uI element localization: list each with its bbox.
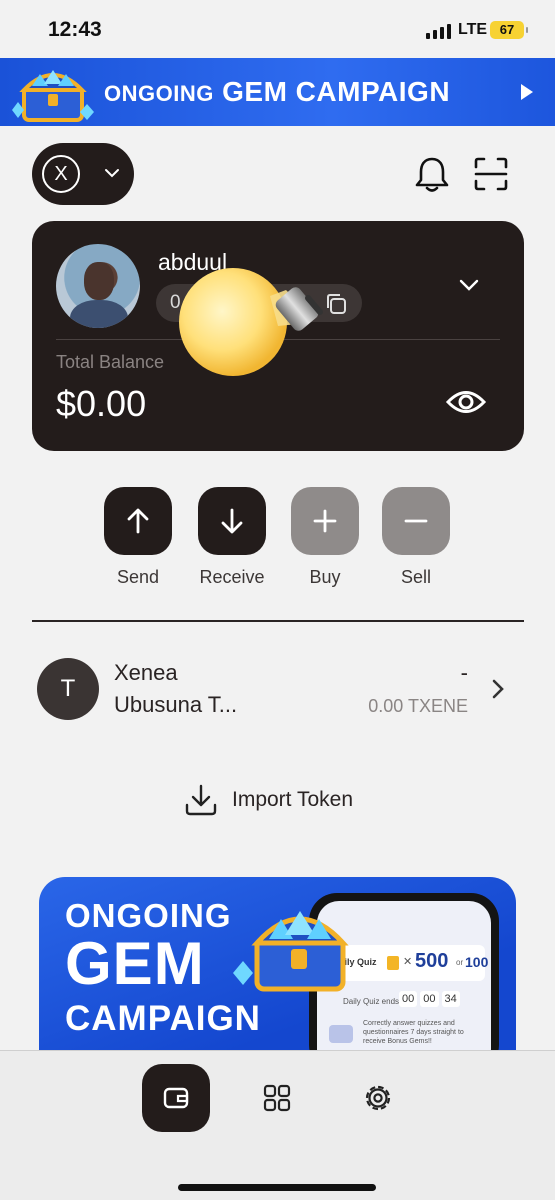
network-type: LTE [458,21,488,38]
question-icon [329,1025,353,1043]
quiz-reward-main: 500 [415,950,449,972]
treasure-chest-icon [12,70,94,122]
quiz-ends-label: Daily Quiz ends in [343,997,408,1006]
chevron-right-icon [492,679,504,699]
treasure-chest-icon [233,911,349,992]
download-icon [185,784,217,816]
send-button[interactable] [104,487,172,555]
quiz-description: Correctly answer quizzes and questionnai… [363,1020,464,1045]
minus-icon [404,519,428,523]
grid-icon[interactable] [262,1083,292,1113]
sell-label: Sell [400,567,431,587]
send-action[interactable]: Send [104,487,172,587]
plus-icon [313,509,337,533]
timer-hours: 00 [399,991,418,1007]
send-label: Send [116,567,160,587]
nav-wallet-tab[interactable] [142,1064,210,1132]
arrow-down-icon [221,508,243,534]
bell-icon[interactable] [414,155,450,193]
token-subtitle: Ubusuna T... [114,692,238,717]
import-token-label: Import Token [232,788,354,811]
lightbulb-icon [179,268,323,376]
quiz-timer: 00 00 34 [399,991,460,1007]
sell-action[interactable]: Sell [382,487,450,587]
sell-button[interactable] [382,487,450,555]
avatar[interactable] [56,244,140,328]
gear-icon[interactable] [362,1082,394,1114]
token-fiat-value: - [460,660,468,685]
network-selector[interactable]: X [32,143,134,205]
scan-icon[interactable] [474,157,508,191]
promo-line3: CAMPAIGN [65,999,261,1038]
receive-action[interactable]: Receive [198,487,266,587]
signal-icon [426,24,451,39]
home-indicator [178,1184,376,1191]
promo-line2: GEM [65,930,205,997]
gem-campaign-banner[interactable]: ONGOING GEM CAMPAIGN [0,58,555,126]
token-avatar: T [37,658,99,720]
balance-label: Total Balance [56,352,165,372]
timer-seconds: 34 [441,991,460,1007]
section-divider [32,620,524,622]
quiz-reward-alt: 100 [465,954,489,970]
status-bar: 12:43 LTE 67 [0,0,555,58]
play-triangle-icon [521,84,533,100]
coin-icon [387,956,399,970]
quiz-or: or [456,958,464,967]
chevron-down-icon [105,169,119,178]
status-time: 12:43 [48,18,102,41]
arrow-up-icon [127,508,149,534]
receive-button[interactable] [198,487,266,555]
eye-icon[interactable] [446,387,486,417]
balance-value: $0.00 [56,383,147,424]
timer-minutes: 00 [420,991,439,1007]
token-row[interactable]: T Xenea Ubusuna T... - 0.00 TXENE [32,650,524,726]
chevron-down-icon[interactable] [458,277,480,293]
battery-indicator: 67 [490,21,528,39]
buy-action[interactable]: Buy [291,487,359,587]
receive-label: Receive [199,567,265,587]
network-logo: X [42,155,80,193]
token-name: Xenea [114,660,178,685]
bottom-nav [0,1050,555,1200]
token-amount: 0.00 TXENE [368,696,468,716]
gem-campaign-promo[interactable]: ONGOING GEM CAMPAIGN Daily Quiz ✕ 500 or… [39,877,516,1052]
quiz-multiplier: ✕ [403,956,413,968]
banner-title: ONGOING GEM CAMPAIGN [104,76,451,107]
import-token-button[interactable]: Import Token [184,780,394,820]
buy-button[interactable] [291,487,359,555]
wallet-icon [163,1087,189,1109]
